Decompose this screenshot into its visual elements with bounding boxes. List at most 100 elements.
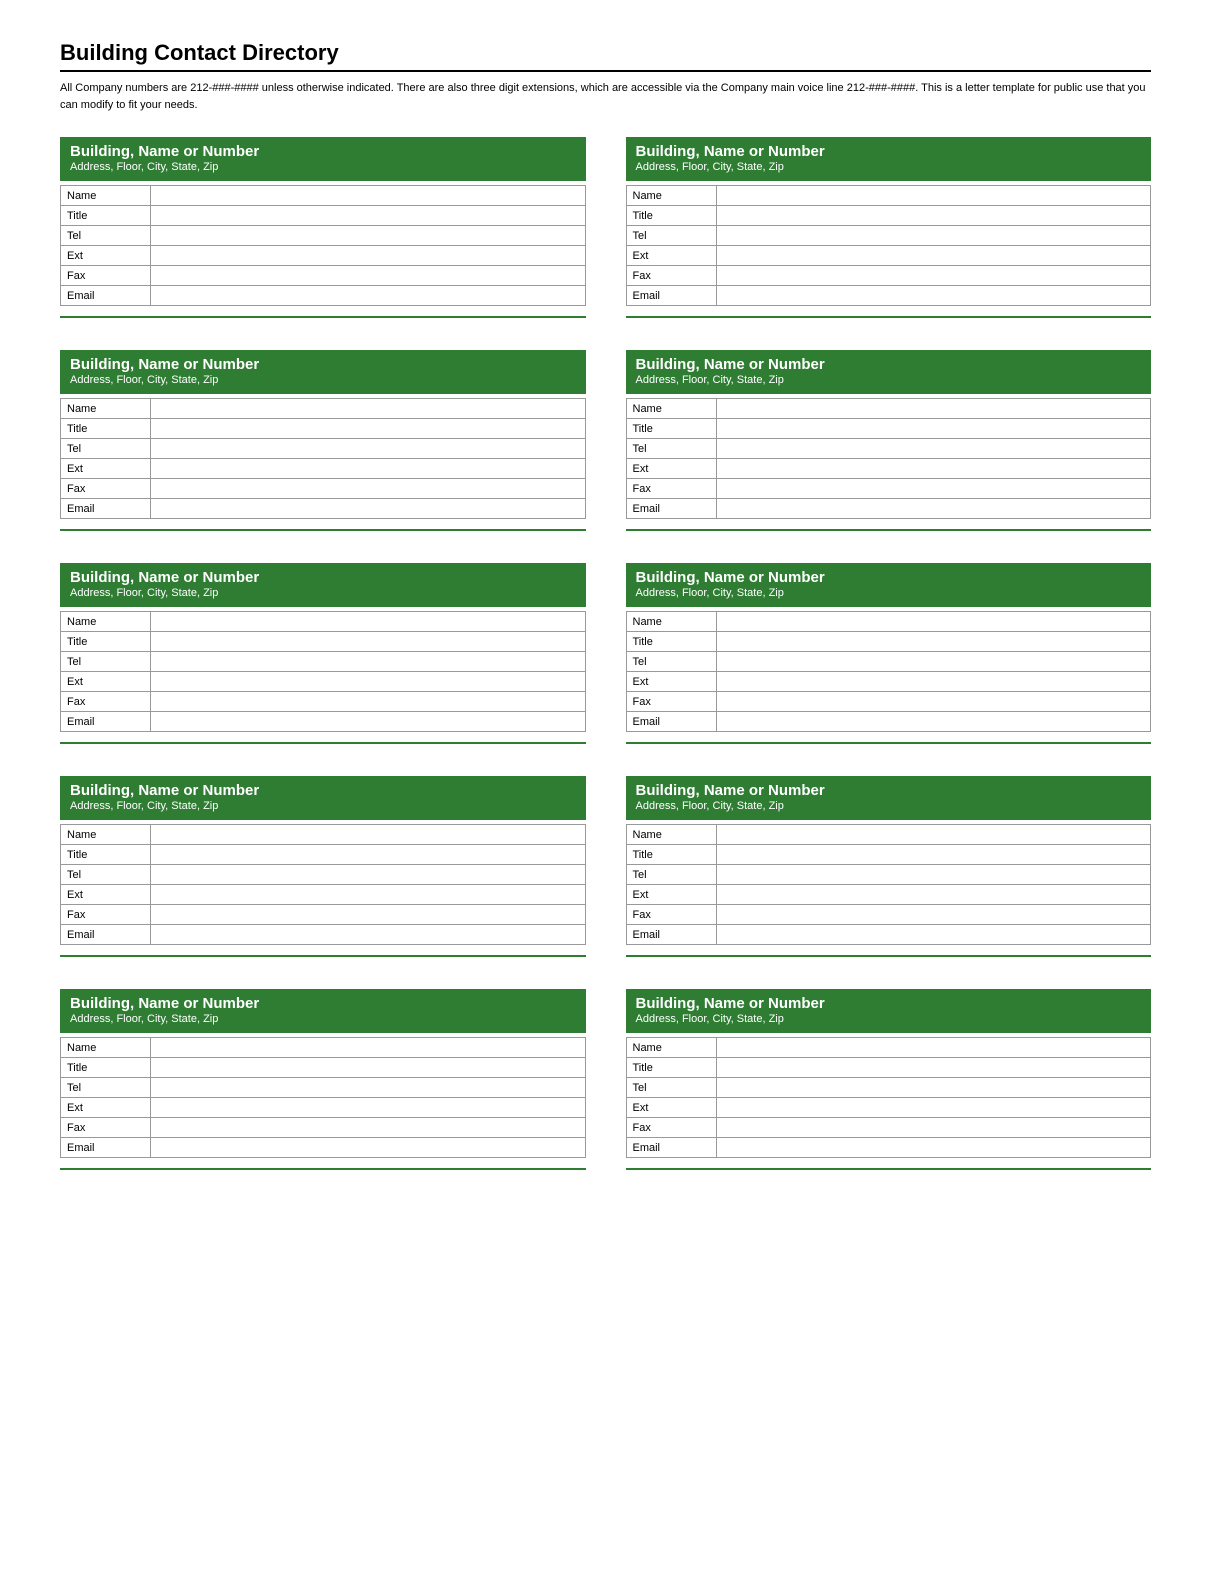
table-row: Name	[61, 186, 586, 206]
field-value-email[interactable]	[716, 1138, 1151, 1158]
field-value-email[interactable]	[716, 925, 1151, 945]
table-row: Tel	[626, 865, 1151, 885]
contact-table-8: NameTitleTelExtFaxEmail	[626, 824, 1152, 945]
field-label-name: Name	[626, 825, 716, 845]
field-value-name[interactable]	[716, 825, 1151, 845]
field-value-ext[interactable]	[151, 246, 586, 266]
field-value-tel[interactable]	[716, 1078, 1151, 1098]
field-value-title[interactable]	[716, 632, 1151, 652]
field-label-email: Email	[626, 286, 716, 306]
field-value-tel[interactable]	[151, 226, 586, 246]
field-value-fax[interactable]	[716, 692, 1151, 712]
field-value-ext[interactable]	[151, 885, 586, 905]
card-subtitle-3: Address, Floor, City, State, Zip	[70, 374, 576, 386]
field-value-tel[interactable]	[151, 865, 586, 885]
field-value-name[interactable]	[151, 825, 586, 845]
card-header-2: Building, Name or NumberAddress, Floor, …	[626, 137, 1152, 179]
contact-table-3: NameTitleTelExtFaxEmail	[60, 398, 586, 519]
card-header-1: Building, Name or NumberAddress, Floor, …	[60, 137, 586, 179]
field-label-tel: Tel	[61, 439, 151, 459]
table-row: Tel	[61, 226, 586, 246]
field-value-fax[interactable]	[716, 905, 1151, 925]
field-value-email[interactable]	[151, 286, 586, 306]
card-header-9: Building, Name or NumberAddress, Floor, …	[60, 989, 586, 1031]
field-label-title: Title	[61, 632, 151, 652]
field-value-ext[interactable]	[151, 1098, 586, 1118]
field-value-ext[interactable]	[716, 672, 1151, 692]
field-value-tel[interactable]	[716, 439, 1151, 459]
field-value-fax[interactable]	[151, 1118, 586, 1138]
field-label-tel: Tel	[61, 652, 151, 672]
card-green-line-top-8	[626, 818, 1152, 820]
field-value-fax[interactable]	[151, 692, 586, 712]
field-value-name[interactable]	[716, 186, 1151, 206]
field-value-name[interactable]	[151, 1038, 586, 1058]
field-label-fax: Fax	[61, 479, 151, 499]
table-row: Name	[626, 186, 1151, 206]
card-green-line-bottom-8	[626, 955, 1152, 957]
table-row: Email	[626, 925, 1151, 945]
field-value-tel[interactable]	[716, 652, 1151, 672]
field-value-title[interactable]	[151, 206, 586, 226]
field-value-title[interactable]	[716, 206, 1151, 226]
field-value-email[interactable]	[716, 712, 1151, 732]
field-value-name[interactable]	[716, 1038, 1151, 1058]
field-label-tel: Tel	[626, 1078, 716, 1098]
field-value-name[interactable]	[716, 399, 1151, 419]
table-row: Name	[61, 612, 586, 632]
field-value-tel[interactable]	[716, 865, 1151, 885]
card-green-line-bottom-7	[60, 955, 586, 957]
table-row: Ext	[626, 885, 1151, 905]
field-value-title[interactable]	[716, 1058, 1151, 1078]
field-value-tel[interactable]	[716, 226, 1151, 246]
field-label-email: Email	[61, 712, 151, 732]
field-value-email[interactable]	[151, 925, 586, 945]
card-header-3: Building, Name or NumberAddress, Floor, …	[60, 350, 586, 392]
table-row: Email	[61, 712, 586, 732]
field-label-fax: Fax	[626, 905, 716, 925]
field-value-fax[interactable]	[151, 905, 586, 925]
table-row: Title	[626, 1058, 1151, 1078]
card-green-line-bottom-6	[626, 742, 1152, 744]
table-row: Tel	[626, 1078, 1151, 1098]
field-value-name[interactable]	[151, 612, 586, 632]
field-label-tel: Tel	[626, 439, 716, 459]
card-subtitle-9: Address, Floor, City, State, Zip	[70, 1013, 576, 1025]
intro-text: All Company numbers are 212-###-#### unl…	[60, 80, 1151, 113]
field-value-title[interactable]	[151, 632, 586, 652]
field-value-title[interactable]	[151, 419, 586, 439]
card-green-line-top-5	[60, 605, 586, 607]
field-value-email[interactable]	[716, 499, 1151, 519]
field-value-ext[interactable]	[716, 885, 1151, 905]
table-row: Email	[626, 1138, 1151, 1158]
field-value-email[interactable]	[151, 499, 586, 519]
field-value-tel[interactable]	[151, 1078, 586, 1098]
field-value-tel[interactable]	[151, 652, 586, 672]
field-value-name[interactable]	[151, 399, 586, 419]
field-value-fax[interactable]	[716, 266, 1151, 286]
field-value-tel[interactable]	[151, 439, 586, 459]
field-value-ext[interactable]	[716, 246, 1151, 266]
field-value-email[interactable]	[716, 286, 1151, 306]
field-value-fax[interactable]	[716, 1118, 1151, 1138]
field-value-ext[interactable]	[151, 459, 586, 479]
field-value-name[interactable]	[151, 186, 586, 206]
field-value-title[interactable]	[716, 845, 1151, 865]
field-value-name[interactable]	[716, 612, 1151, 632]
field-value-fax[interactable]	[151, 266, 586, 286]
field-value-title[interactable]	[151, 845, 586, 865]
field-value-ext[interactable]	[716, 459, 1151, 479]
table-row: Email	[626, 712, 1151, 732]
field-value-title[interactable]	[716, 419, 1151, 439]
card-title-8: Building, Name or Number	[636, 782, 1142, 799]
field-value-ext[interactable]	[151, 672, 586, 692]
field-value-fax[interactable]	[151, 479, 586, 499]
field-value-fax[interactable]	[716, 479, 1151, 499]
field-value-email[interactable]	[151, 1138, 586, 1158]
field-value-ext[interactable]	[716, 1098, 1151, 1118]
field-label-tel: Tel	[61, 865, 151, 885]
field-value-email[interactable]	[151, 712, 586, 732]
field-value-title[interactable]	[151, 1058, 586, 1078]
card-grid: Building, Name or Number Address, Floor, …	[60, 137, 1151, 1178]
field-label-tel: Tel	[626, 652, 716, 672]
